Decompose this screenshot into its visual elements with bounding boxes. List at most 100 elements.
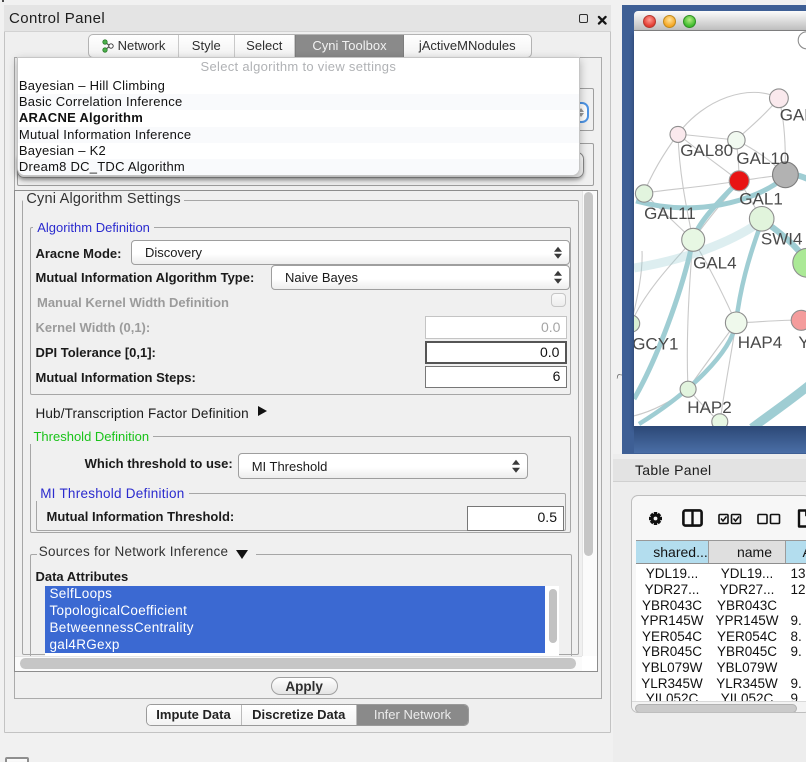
dropdown-item[interactable]: ARACNE Algorithm xyxy=(18,110,579,126)
gear-icon[interactable] xyxy=(648,511,663,526)
network-canvas[interactable]: GAL GAL80 GAL10 GAL1 GAL11 SWI4 GAL4 GCY… xyxy=(634,31,806,426)
apply-button[interactable]: Apply xyxy=(271,677,338,695)
unchecked-columns-icon[interactable] xyxy=(757,513,781,525)
tab-infer-network[interactable]: Infer Network xyxy=(357,705,468,726)
mi-threshold-input[interactable]: 0.5 xyxy=(467,506,564,531)
stepper-arrows-icon xyxy=(554,246,562,259)
kernel-width-input[interactable]: 0.0 xyxy=(425,316,568,339)
table-cell[interactable]: 9. xyxy=(786,613,806,629)
column-header-3[interactable]: A xyxy=(786,541,806,563)
tab-jactivemnodules-label: jActiveMNodules xyxy=(419,38,516,53)
table-cell[interactable] xyxy=(786,660,806,676)
tab-select[interactable]: Select xyxy=(235,35,296,57)
tab-discretize-data[interactable]: Discretize Data xyxy=(242,705,358,726)
table-cell[interactable]: 9. xyxy=(786,691,806,701)
table-cell[interactable]: YBR045C xyxy=(709,644,786,660)
table-cell[interactable]: 9. xyxy=(786,676,806,692)
expand-arrow-icon[interactable] xyxy=(258,406,267,416)
which-threshold-combo[interactable]: MI Threshold xyxy=(238,453,528,479)
stepper-arrows-icon xyxy=(554,271,562,284)
table-hscrollbar-thumb[interactable] xyxy=(635,704,797,713)
table-cell[interactable]: YBL079W xyxy=(636,660,709,676)
horizontal-scrollbar-thumb[interactable] xyxy=(20,658,576,668)
minimize-traffic-light[interactable] xyxy=(663,15,676,28)
table-cell[interactable]: 9. xyxy=(786,644,806,660)
float-window-icon[interactable] xyxy=(579,14,588,23)
table-cell[interactable]: YDL19... xyxy=(709,566,786,582)
table-row[interactable]: YIL052CYIL052C9. xyxy=(636,691,806,701)
network-window-titlebar[interactable] xyxy=(634,11,806,31)
mi-type-value: Naive Bayes xyxy=(285,270,358,285)
clipped-corner-button[interactable] xyxy=(5,757,29,762)
column-header-shared[interactable]: shared... xyxy=(636,541,709,563)
dropdown-item[interactable]: Dream8 DC_TDC Algorithm xyxy=(18,159,579,175)
list-item[interactable]: TopologicalCoefficient xyxy=(45,603,545,620)
table-cell[interactable]: YPR145W xyxy=(636,613,709,629)
tab-cyni-toolbox[interactable]: Cyni Toolbox xyxy=(295,35,404,57)
table-cell[interactable]: YDR27... xyxy=(709,582,786,598)
close-traffic-light[interactable] xyxy=(643,15,656,28)
table-row[interactable]: YPR145WYPR145W9. xyxy=(636,613,806,629)
tab-network-label: Network xyxy=(118,38,166,53)
table-row[interactable]: YBR043CYBR043C xyxy=(636,598,806,614)
column-header-name[interactable]: name xyxy=(709,541,786,563)
tab-jactivemnodules[interactable]: jActiveMNodules xyxy=(404,35,531,57)
zoom-traffic-light[interactable] xyxy=(683,15,696,28)
mi-type-combo[interactable]: Naive Bayes xyxy=(271,265,570,290)
list-item[interactable]: SelfLoops xyxy=(45,586,545,603)
dpi-tolerance-input[interactable]: 0.0 xyxy=(425,341,568,364)
close-icon[interactable] xyxy=(597,15,608,26)
tab-network[interactable]: Network xyxy=(89,35,179,57)
table-cell[interactable]: YDR27... xyxy=(636,582,709,598)
document-icon[interactable] xyxy=(797,509,806,528)
table-cell[interactable]: YER054C xyxy=(709,629,786,645)
table-row[interactable]: YER054CYER054C8. xyxy=(636,629,806,645)
dropdown-item[interactable]: Basic Correlation Inference xyxy=(18,94,579,110)
table-row[interactable]: YBR045CYBR045C9. xyxy=(636,644,806,660)
table-cell[interactable]: YIL052C xyxy=(709,691,786,701)
table-cell[interactable]: YLR345W xyxy=(709,676,786,692)
table-hscrollbar[interactable] xyxy=(632,701,806,713)
table-cell[interactable]: YER054C xyxy=(636,629,709,645)
table-cell[interactable]: 13... xyxy=(786,566,806,582)
node-label: GAL11 xyxy=(644,204,696,223)
control-panel-titlebar[interactable]: Control Panel xyxy=(4,5,611,32)
table-row[interactable]: YLR345WYLR345W9. xyxy=(636,676,806,692)
table-cell[interactable]: YBL079W xyxy=(709,660,786,676)
bottom-tabs: Impute Data Discretize Data Infer Networ… xyxy=(146,704,470,727)
dropdown-item[interactable]: Mutual Information Inference xyxy=(18,127,579,143)
table-row[interactable]: YDL19...YDL19...13... xyxy=(636,566,806,582)
dropdown-item[interactable]: Bayesian – K2 xyxy=(18,143,579,159)
table-cell[interactable]: YLR345W xyxy=(636,676,709,692)
table-cell[interactable]: YPR145W xyxy=(709,613,786,629)
table-cell[interactable]: 12... xyxy=(786,582,806,598)
table-cell[interactable]: 8. xyxy=(786,629,806,645)
node-label: GAL4 xyxy=(693,254,736,273)
dropdown-item[interactable]: Bayesian – Hill Climbing xyxy=(18,78,579,94)
split-columns-icon[interactable] xyxy=(682,509,703,527)
stepper-arrows-icon xyxy=(512,460,520,473)
table-cell[interactable]: YDL19... xyxy=(636,566,709,582)
tab-select-label: Select xyxy=(246,38,282,53)
table-cell[interactable]: YBR045C xyxy=(636,644,709,660)
network-window-bottom-border xyxy=(634,426,806,454)
table-cell[interactable]: YBR043C xyxy=(709,598,786,614)
vertical-scrollbar-thumb[interactable] xyxy=(584,192,593,556)
manual-kernel-checkbox[interactable] xyxy=(551,293,566,308)
checked-columns-icon[interactable] xyxy=(718,513,742,525)
table-cell[interactable] xyxy=(786,598,806,614)
list-item[interactable]: gal4RGexp xyxy=(45,637,545,654)
table-row[interactable]: YDR27...YDR27...12... xyxy=(636,582,806,598)
list-scrollbar[interactable] xyxy=(545,586,559,656)
table-cell[interactable]: YIL052C xyxy=(636,691,709,701)
tab-impute-data[interactable]: Impute Data xyxy=(147,705,242,726)
tab-style[interactable]: Style xyxy=(179,35,235,57)
mi-steps-input[interactable]: 6 xyxy=(425,366,568,388)
list-scrollbar-thumb[interactable] xyxy=(549,589,558,643)
table-panel-titlebar[interactable]: Table Panel xyxy=(613,459,806,483)
collapse-arrow-icon[interactable] xyxy=(236,550,248,559)
aracne-mode-combo[interactable]: Discovery xyxy=(131,240,570,265)
list-item[interactable]: BetweennessCentrality xyxy=(45,620,545,637)
table-row[interactable]: YBL079WYBL079W xyxy=(636,660,806,676)
table-cell[interactable]: YBR043C xyxy=(636,598,709,614)
